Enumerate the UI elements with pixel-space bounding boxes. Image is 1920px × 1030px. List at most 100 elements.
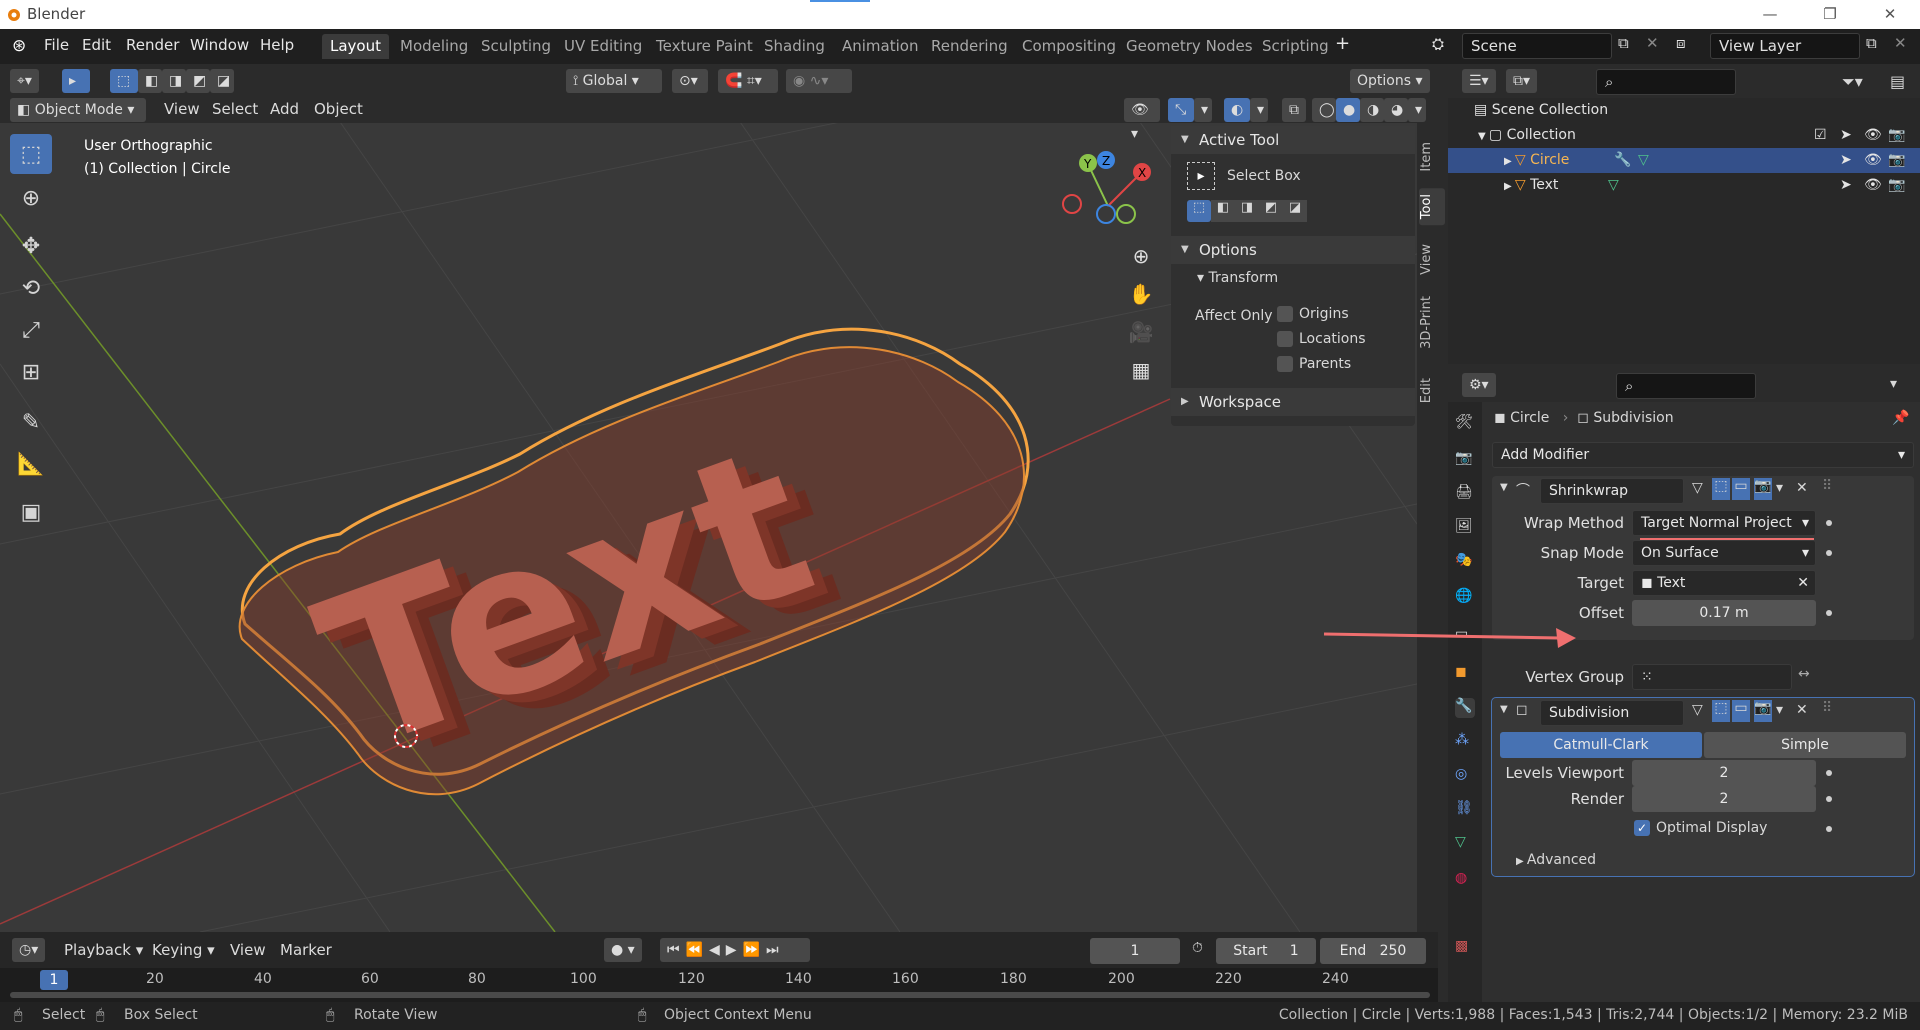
- shading-dropdown-icon[interactable]: ▾: [1408, 98, 1426, 122]
- tab-layout[interactable]: Layout: [322, 34, 389, 59]
- new-scene-icon[interactable]: ⧉: [1618, 34, 1629, 52]
- remove-modifier-icon[interactable]: ✕: [1796, 480, 1808, 496]
- modifier-menu-icon[interactable]: ▾: [1776, 480, 1783, 496]
- scene-selector-icon[interactable]: ⛭: [1432, 35, 1444, 53]
- viewport-menu-object[interactable]: Object: [314, 100, 363, 118]
- sidebar-tab-edit[interactable]: Edit: [1419, 372, 1445, 409]
- clear-target-icon[interactable]: ✕: [1797, 571, 1809, 595]
- shrinkwrap-name-field[interactable]: Shrinkwrap: [1540, 478, 1684, 504]
- overlay-dropdown-icon[interactable]: ▾: [1250, 98, 1268, 122]
- particles-tab-icon[interactable]: ⁂: [1455, 732, 1475, 752]
- new-view-layer-icon[interactable]: ⧉: [1866, 34, 1877, 52]
- pin-icon[interactable]: 📌: [1892, 410, 1909, 426]
- outliner-scene-collection[interactable]: ▤ Scene Collection: [1448, 98, 1920, 123]
- new-collection-icon[interactable]: ▤: [1890, 72, 1905, 91]
- check-parents[interactable]: Parents: [1277, 356, 1351, 372]
- optimal-display-checkbox[interactable]: ✓ Optimal Display: [1634, 820, 1767, 836]
- outliner-object-circle[interactable]: ▶ ▽ Circle 🔧 ▽ ➤ 👁 📷: [1448, 148, 1920, 173]
- output-tab-icon[interactable]: 🖨: [1455, 484, 1475, 504]
- outliner-search-input[interactable]: ⌕: [1596, 69, 1736, 95]
- close-window-button[interactable]: ✕: [1870, 2, 1910, 26]
- timeline-editor-type-icon[interactable]: ◷▾: [12, 938, 46, 962]
- select-invert-icon[interactable]: ◩: [186, 69, 210, 93]
- object-tab-icon[interactable]: ◼: [1455, 664, 1475, 684]
- minimize-button[interactable]: —: [1750, 2, 1790, 26]
- timeline-track[interactable]: 1 20 40 60 80 100 120 140 160 180 200 22…: [0, 968, 1438, 1002]
- add-workspace-icon[interactable]: +: [1335, 33, 1350, 54]
- material-tab-icon[interactable]: ◍: [1455, 870, 1475, 890]
- shading-solid-icon[interactable]: ●: [1336, 98, 1360, 122]
- viewport-menu-select[interactable]: Select: [212, 100, 258, 118]
- check-locations[interactable]: Locations: [1277, 331, 1366, 347]
- rotate-tool-icon[interactable]: ⟲: [10, 268, 52, 308]
- auto-keying-icon[interactable]: ● ▾: [604, 938, 642, 962]
- shading-rendered-icon[interactable]: ◕: [1384, 98, 1408, 122]
- drag-handle-icon[interactable]: ⠿: [1822, 478, 1832, 494]
- mode-extend-icon[interactable]: ◧: [1211, 200, 1235, 222]
- keyframe-dot[interactable]: [1826, 770, 1832, 776]
- keyframe-dot[interactable]: [1826, 826, 1832, 832]
- select-extend-icon[interactable]: ◧: [138, 69, 162, 93]
- outliner-editor-type-icon[interactable]: ☰▾: [1462, 69, 1496, 93]
- subdivision-name-field[interactable]: Subdivision: [1540, 700, 1684, 726]
- properties-editor-type-icon[interactable]: ⚙▾: [1462, 373, 1496, 397]
- grid-toggle-icon[interactable]: ▦: [1126, 358, 1156, 388]
- xray-toggle-icon[interactable]: ⧉: [1282, 98, 1306, 122]
- select-box-tool-icon[interactable]: ⬚: [10, 134, 52, 174]
- curve-data-icon[interactable]: ▽: [1608, 173, 1619, 198]
- collapse-icon[interactable]: ▼: [1500, 482, 1508, 493]
- mode-invert-icon[interactable]: ◩: [1259, 200, 1283, 222]
- mode-subtract-icon[interactable]: ◨: [1235, 200, 1259, 222]
- viewport-display-icon[interactable]: ▭: [1732, 700, 1750, 722]
- on-cage-icon[interactable]: ⬚: [1712, 700, 1730, 722]
- viewport-menu-add[interactable]: Add: [270, 100, 299, 118]
- timeline-menu-playback[interactable]: Playback ▾: [64, 941, 143, 959]
- playback-controls[interactable]: ⏮⏪◀▶⏩⏭: [660, 938, 810, 962]
- snap-icon[interactable]: 🧲 ⌗▾: [718, 69, 778, 93]
- view-layer-field[interactable]: View Layer: [1710, 33, 1860, 59]
- keyframe-dot[interactable]: [1826, 610, 1832, 616]
- texture-tab-icon[interactable]: ▩: [1455, 938, 1475, 958]
- timeline-menu-keying[interactable]: Keying ▾: [152, 941, 215, 959]
- add-modifier-dropdown[interactable]: Add Modifier ▾: [1492, 442, 1914, 468]
- tab-modeling[interactable]: Modeling: [392, 34, 476, 59]
- pan-hand-icon[interactable]: ✋: [1126, 282, 1156, 312]
- measure-tool-icon[interactable]: 📐: [10, 444, 52, 484]
- shading-material-icon[interactable]: ◑: [1360, 98, 1384, 122]
- tab-texture-paint[interactable]: Texture Paint: [648, 34, 761, 59]
- properties-search-input[interactable]: ⌕: [1616, 373, 1756, 399]
- levels-viewport-field[interactable]: 2: [1632, 760, 1816, 786]
- render-display-icon[interactable]: 📷: [1754, 478, 1772, 500]
- blender-menu-icon[interactable]: ⊛: [12, 36, 26, 56]
- keyframe-dot[interactable]: [1826, 550, 1832, 556]
- render-display-icon[interactable]: 📷: [1754, 700, 1772, 722]
- timeline-menu-marker[interactable]: Marker: [280, 941, 332, 959]
- gizmo-toggle-icon[interactable]: ⤡: [1168, 98, 1194, 122]
- scene-tab-icon[interactable]: 🎭: [1455, 552, 1475, 572]
- maximize-button[interactable]: ❐: [1810, 2, 1850, 26]
- menu-window[interactable]: Window: [190, 36, 249, 54]
- visibility-eye-icon[interactable]: 👁▾: [1124, 98, 1160, 142]
- keyframe-dot[interactable]: [1826, 520, 1832, 526]
- options-header[interactable]: ▼ Options: [1171, 236, 1415, 264]
- proportional-edit-icon[interactable]: ◉ ∿▾: [786, 69, 852, 93]
- eye-icon[interactable]: 👁: [1864, 173, 1882, 198]
- check-origins[interactable]: Origins: [1277, 306, 1349, 322]
- catmull-clark-tab[interactable]: Catmull-Clark: [1500, 732, 1702, 758]
- zoom-icon[interactable]: ⊕: [1126, 244, 1156, 274]
- collapse-icon[interactable]: ▼: [1500, 704, 1508, 715]
- mode-intersect-icon[interactable]: ◪: [1283, 200, 1307, 222]
- tab-scripting[interactable]: Scripting: [1254, 34, 1337, 59]
- transform-tool-icon[interactable]: ⊞: [10, 352, 52, 392]
- data-tab-icon[interactable]: ▽: [1455, 834, 1475, 854]
- view-layer-tab-icon[interactable]: 🖼: [1455, 518, 1475, 538]
- eye-icon[interactable]: 👁: [1864, 148, 1882, 173]
- scene-field[interactable]: Scene: [1462, 33, 1612, 59]
- mesh-data-icon[interactable]: ▽: [1638, 148, 1649, 173]
- render-tab-icon[interactable]: 📷: [1455, 450, 1475, 470]
- annotate-tool-icon[interactable]: ✎: [10, 402, 52, 442]
- tool-tab-icon[interactable]: 🛠: [1455, 414, 1475, 434]
- add-cube-tool-icon[interactable]: ▣: [10, 492, 52, 532]
- playhead[interactable]: 1: [40, 970, 68, 990]
- object-mode-dropdown[interactable]: ◧ Object Mode ▾: [10, 98, 146, 122]
